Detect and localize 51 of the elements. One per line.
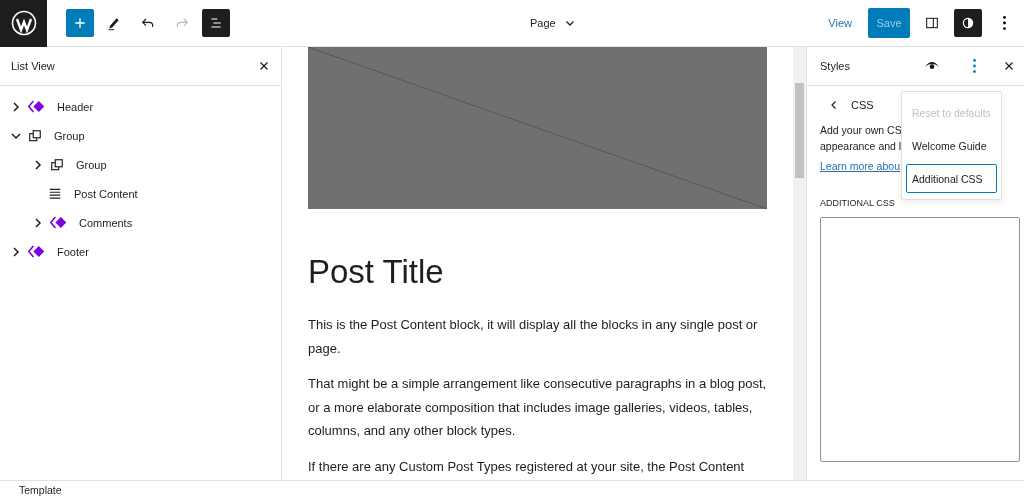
wordpress-logo[interactable] xyxy=(0,0,47,47)
chevron-button[interactable] xyxy=(32,158,44,171)
field-label: ADDITIONAL CSS xyxy=(820,198,896,208)
menu-item[interactable]: Additional CSS xyxy=(906,164,997,193)
paragraph: If there are any Custom Post Types registered at your site, the Post Content xyxy=(308,457,746,476)
more-icon xyxy=(972,59,976,73)
lines-icon xyxy=(48,186,62,201)
list-view-button[interactable] xyxy=(202,9,230,37)
learn-more-link[interactable]: Learn more abou xyxy=(820,160,900,172)
css-field[interactable] xyxy=(820,217,1020,462)
diamond-icon xyxy=(50,216,67,229)
scrollbar[interactable] xyxy=(793,47,806,480)
view-button[interactable]: View xyxy=(820,13,860,33)
wordpress-icon xyxy=(10,10,37,36)
document-dropdown[interactable]: Page xyxy=(526,13,580,33)
list-view-item[interactable]: Group xyxy=(76,158,107,171)
chevron-icon xyxy=(10,100,22,113)
section-title: CSS xyxy=(851,99,874,111)
close-icon xyxy=(258,60,270,72)
chevron-icon xyxy=(32,158,44,171)
panel-title: Styles xyxy=(820,60,850,72)
diamond-icon xyxy=(28,100,45,113)
close-icon xyxy=(1003,60,1015,72)
menu-item[interactable]: Welcome Guide xyxy=(906,131,997,160)
description-text: appearance and l xyxy=(820,139,902,154)
paragraph: This is the Post Content block, it will display all the blocks in any single post or page. xyxy=(308,316,759,358)
list-view-item[interactable]: Footer xyxy=(57,245,89,258)
chevron-button[interactable] xyxy=(32,216,44,229)
group-icon xyxy=(50,157,64,172)
chevron-icon xyxy=(10,245,22,258)
chevron-button[interactable] xyxy=(10,245,22,258)
sidebar-icon xyxy=(924,15,940,31)
styles-button[interactable] xyxy=(954,9,982,37)
paragraph: That might be a simple arrangement like consecutive paragraphs in a blog post, or a more elaborate composition that includes image galleries, videos, tables, columns, and any other block types. xyxy=(308,375,767,440)
group-icon xyxy=(28,128,42,143)
add-block-button[interactable] xyxy=(66,9,94,37)
description-text: Add your own CS xyxy=(820,123,902,138)
diamond-icon xyxy=(28,245,45,258)
chevron-icon xyxy=(32,216,44,229)
panel-title: List View xyxy=(11,60,55,72)
breadcrumb[interactable]: Template xyxy=(19,481,62,498)
list-view-item[interactable]: Group xyxy=(54,129,85,142)
list-view-item[interactable]: Comments xyxy=(79,216,133,229)
post-title: Post Title xyxy=(308,253,445,291)
chevron-button[interactable] xyxy=(10,100,22,113)
list-view-item[interactable]: Header xyxy=(57,100,94,113)
plus-icon xyxy=(72,15,88,31)
contrast-icon xyxy=(960,15,976,31)
list-view-item[interactable]: Post Content xyxy=(74,187,138,200)
more-icon xyxy=(1002,16,1006,30)
list-icon xyxy=(208,15,224,31)
